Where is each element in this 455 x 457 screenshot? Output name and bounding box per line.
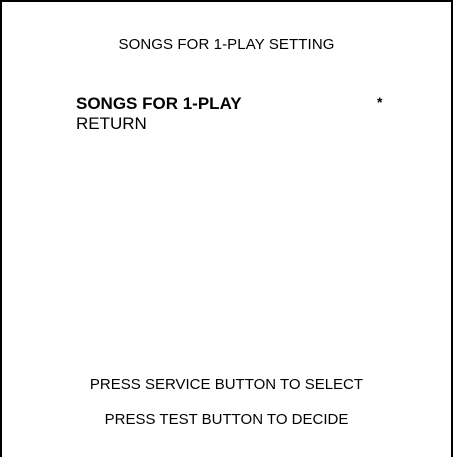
settings-menu: SONGS FOR 1-PLAY * RETURN (76, 94, 396, 134)
screen-title: SONGS FOR 1-PLAY SETTING (118, 36, 335, 53)
menu-item-songs-for-1-play[interactable]: SONGS FOR 1-PLAY * (76, 94, 396, 114)
menu-item-label: SONGS FOR 1-PLAY (76, 94, 242, 113)
instruction-select: PRESS SERVICE BUTTON TO SELECT (89, 376, 364, 393)
menu-item-return[interactable]: RETURN (76, 114, 396, 134)
service-menu-screen: SONGS FOR 1-PLAY SETTING SONGS FOR 1-PLA… (0, 0, 453, 457)
instruction-decide: PRESS TEST BUTTON TO DECIDE (104, 411, 349, 428)
menu-item-value: * (377, 94, 383, 110)
menu-item-label: RETURN (76, 114, 147, 133)
